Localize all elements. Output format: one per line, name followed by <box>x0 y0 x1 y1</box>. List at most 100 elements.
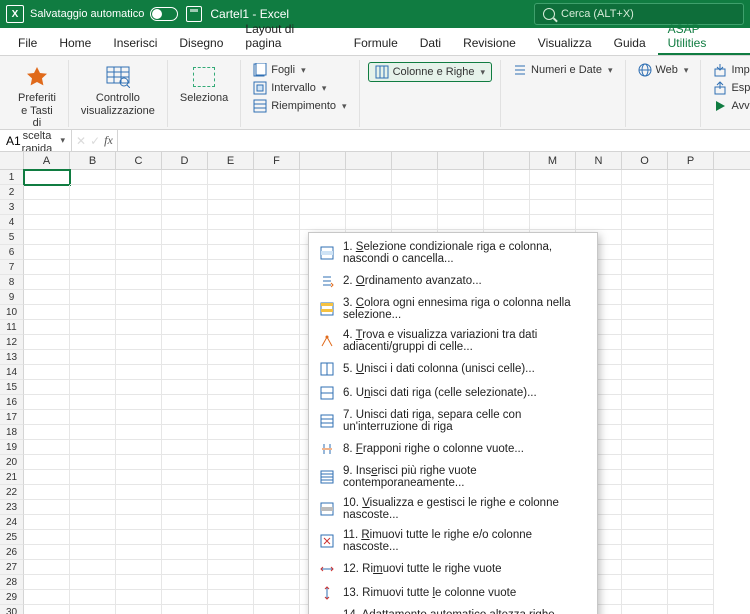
row-header[interactable]: 1 <box>0 170 24 185</box>
cell[interactable] <box>622 455 668 470</box>
cell[interactable] <box>70 320 116 335</box>
cell[interactable] <box>162 590 208 605</box>
cell[interactable] <box>254 200 300 215</box>
menu-item-2[interactable]: 2. Ordinamento avanzato... <box>309 269 597 293</box>
cell[interactable] <box>162 215 208 230</box>
cell[interactable] <box>162 335 208 350</box>
cell[interactable] <box>668 395 714 410</box>
cell[interactable] <box>116 200 162 215</box>
cell[interactable] <box>208 455 254 470</box>
cell[interactable] <box>668 485 714 500</box>
cell[interactable] <box>254 335 300 350</box>
cell[interactable] <box>254 365 300 380</box>
cell[interactable] <box>622 425 668 440</box>
cell[interactable] <box>162 485 208 500</box>
cell[interactable] <box>70 530 116 545</box>
cell[interactable] <box>208 530 254 545</box>
importa-button[interactable]: Importa▾ <box>709 62 750 78</box>
column-header[interactable]: E <box>208 152 254 169</box>
row-header[interactable]: 3 <box>0 200 24 215</box>
esporta-button[interactable]: Esporta▾ <box>709 80 750 96</box>
cell[interactable] <box>346 170 392 185</box>
cell[interactable] <box>668 470 714 485</box>
spreadsheet-grid[interactable]: ABCDEFMNOP 12345678910111213141516171819… <box>0 152 750 614</box>
cell[interactable] <box>622 590 668 605</box>
cell[interactable] <box>70 200 116 215</box>
cell[interactable] <box>668 455 714 470</box>
cell[interactable] <box>70 560 116 575</box>
cell[interactable] <box>116 470 162 485</box>
cell[interactable] <box>622 575 668 590</box>
cell[interactable] <box>116 215 162 230</box>
cell[interactable] <box>668 200 714 215</box>
cell[interactable] <box>116 500 162 515</box>
cell[interactable] <box>438 170 484 185</box>
cell[interactable] <box>484 170 530 185</box>
cell[interactable] <box>162 260 208 275</box>
column-header[interactable] <box>346 152 392 169</box>
cell[interactable] <box>530 170 576 185</box>
cell[interactable] <box>622 275 668 290</box>
cell[interactable] <box>576 200 622 215</box>
cell[interactable] <box>208 335 254 350</box>
cell[interactable] <box>116 590 162 605</box>
menu-item-1[interactable]: 1. Selezione condizionale riga e colonna… <box>309 237 597 269</box>
cell[interactable] <box>530 215 576 230</box>
cell[interactable] <box>254 470 300 485</box>
cell[interactable] <box>162 380 208 395</box>
cell[interactable] <box>116 440 162 455</box>
cell[interactable] <box>162 395 208 410</box>
cell[interactable] <box>208 425 254 440</box>
formula-input[interactable] <box>118 130 750 151</box>
intervallo-button[interactable]: Intervallo▾ <box>249 80 350 96</box>
tab-inserisci[interactable]: Inserisci <box>103 30 167 55</box>
cell[interactable] <box>162 320 208 335</box>
cell[interactable] <box>162 200 208 215</box>
cell[interactable] <box>208 215 254 230</box>
menu-item-11[interactable]: 11. Rimuovi tutte le righe e/o colonne n… <box>309 525 597 557</box>
cell[interactable] <box>622 470 668 485</box>
cell[interactable] <box>116 185 162 200</box>
row-header[interactable]: 10 <box>0 305 24 320</box>
tab-asap-utilities[interactable]: ASAP Utilities <box>658 16 750 55</box>
cell[interactable] <box>24 290 70 305</box>
menu-item-14[interactable]: 14. Adattamento automatico altezza righe… <box>309 605 597 614</box>
cell[interactable] <box>208 515 254 530</box>
menu-item-8[interactable]: 8. Frapponi righe o colonne vuote... <box>309 437 597 461</box>
cell[interactable] <box>668 575 714 590</box>
tab-file[interactable]: File <box>8 30 47 55</box>
cell[interactable] <box>622 530 668 545</box>
cell[interactable] <box>668 245 714 260</box>
cell[interactable] <box>300 185 346 200</box>
cell[interactable] <box>162 575 208 590</box>
cell[interactable] <box>70 365 116 380</box>
cell[interactable] <box>116 575 162 590</box>
cell[interactable] <box>116 560 162 575</box>
cell[interactable] <box>668 185 714 200</box>
cell[interactable] <box>24 590 70 605</box>
cell[interactable] <box>668 350 714 365</box>
cell[interactable] <box>346 185 392 200</box>
cell[interactable] <box>70 605 116 614</box>
cell[interactable] <box>668 425 714 440</box>
cell[interactable] <box>70 395 116 410</box>
cell[interactable] <box>24 170 70 185</box>
cell[interactable] <box>70 575 116 590</box>
cell[interactable] <box>24 275 70 290</box>
cell[interactable] <box>116 335 162 350</box>
cell[interactable] <box>254 395 300 410</box>
cell[interactable] <box>208 605 254 614</box>
cell[interactable] <box>300 200 346 215</box>
cell[interactable] <box>254 515 300 530</box>
cell[interactable] <box>116 485 162 500</box>
cell[interactable] <box>24 425 70 440</box>
row-header[interactable]: 22 <box>0 485 24 500</box>
cell[interactable] <box>208 185 254 200</box>
cell[interactable] <box>300 170 346 185</box>
cell[interactable] <box>70 245 116 260</box>
row-header[interactable]: 21 <box>0 470 24 485</box>
column-header[interactable]: F <box>254 152 300 169</box>
cell[interactable] <box>116 530 162 545</box>
column-header[interactable]: C <box>116 152 162 169</box>
column-header[interactable]: N <box>576 152 622 169</box>
